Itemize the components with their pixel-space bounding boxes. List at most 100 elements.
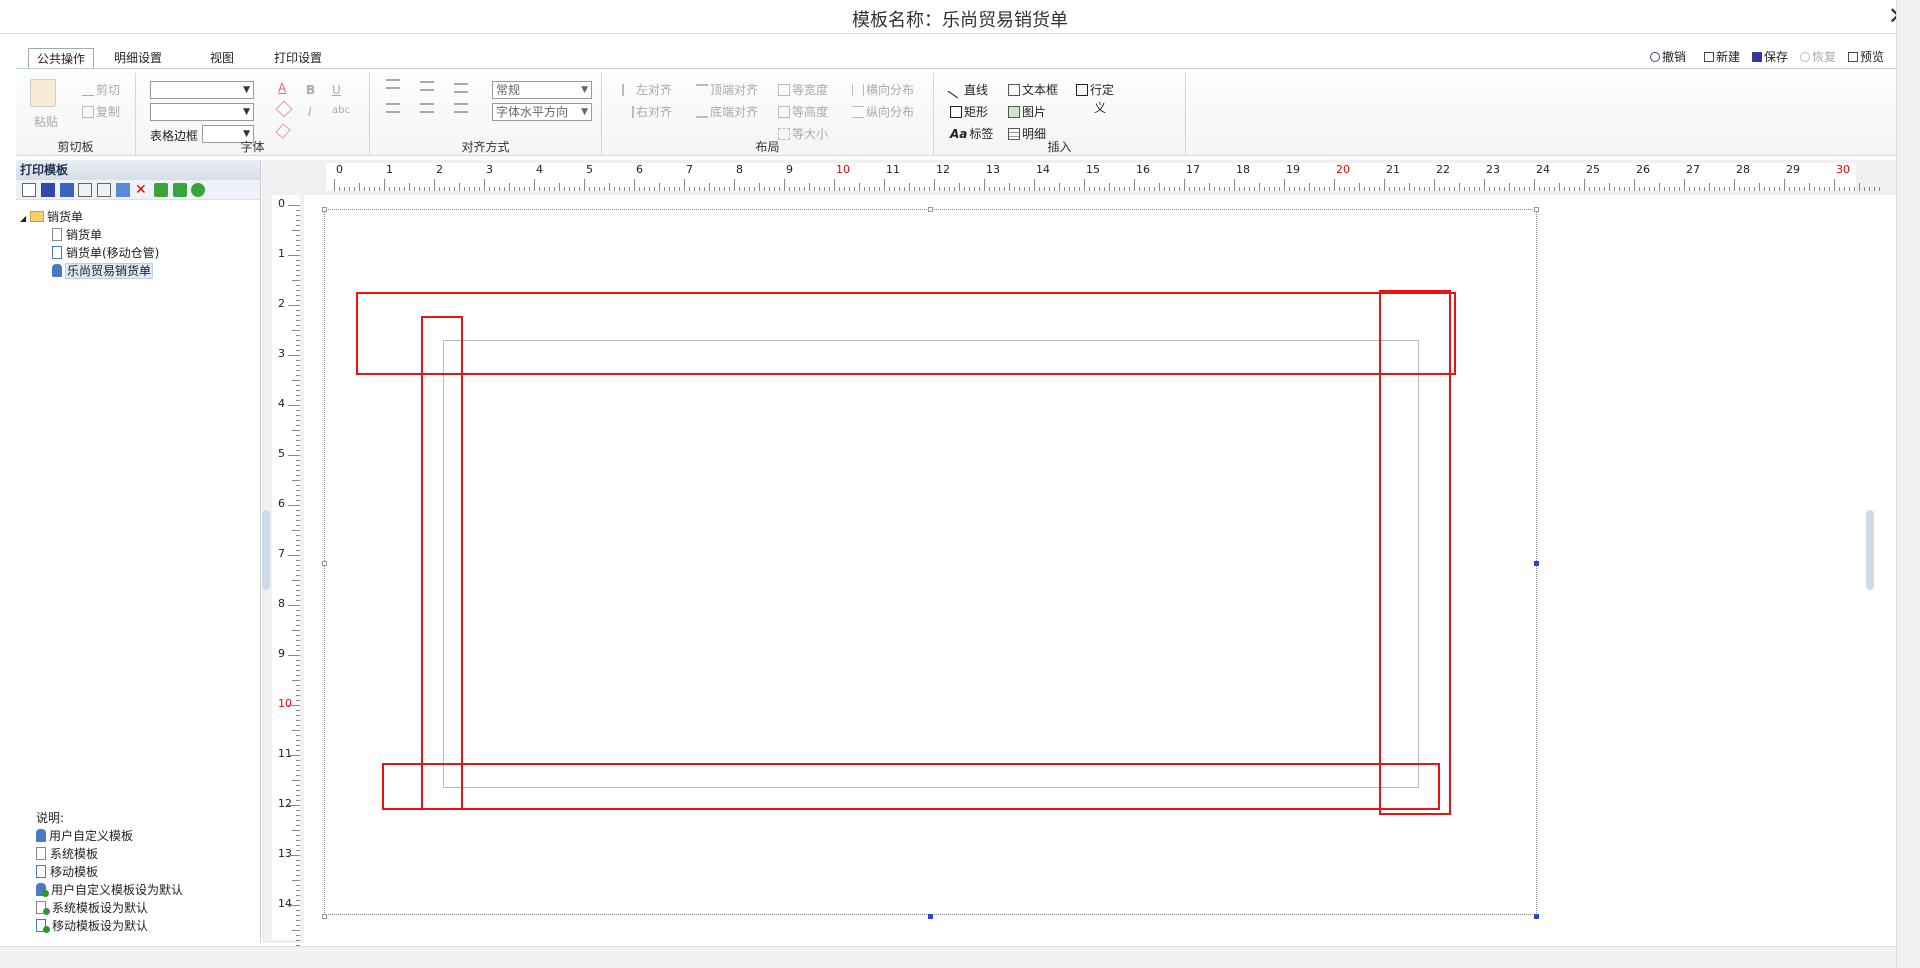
font-size-select[interactable]: ▼ [150,103,254,121]
group-layout: 左对齐 右对齐 顶端对齐 底端对齐 等宽度 等高度 等大小 横向分布 纵向分布 … [602,73,934,155]
copy-button[interactable]: 复制 [82,103,120,120]
resize-handle[interactable] [322,207,327,212]
ruler-tick [1149,187,1150,191]
tree-item-leshang-sales-order[interactable]: 乐尚贸易销货单 [52,262,154,279]
export-icon[interactable] [172,182,187,197]
ruler-tick [1239,187,1240,191]
ruler-tick [292,280,300,281]
import-icon[interactable] [153,182,168,197]
resize-handle[interactable] [322,561,327,566]
insert-rect-button[interactable]: 矩形 [950,103,988,120]
refresh-icon[interactable] [191,182,206,197]
resize-handle[interactable] [1534,914,1539,919]
collapse-icon[interactable]: ◢ [20,214,26,223]
vertical-scrollbar[interactable] [1896,0,1920,968]
bold-button[interactable]: B [306,83,315,97]
default-check-icon [42,890,49,897]
resize-handle[interactable] [1534,561,1539,566]
collapse-right-handle[interactable] [1866,510,1874,590]
ruler-tick [296,920,300,921]
legend-user-template: 用户自定义模板 [36,827,133,844]
edit-template-icon[interactable] [116,182,131,197]
align-bottom-button[interactable]: 底端对齐 [696,103,758,120]
align-top-right-icon[interactable] [454,83,468,93]
ruler-tick [1529,187,1530,191]
ruler-h-label: 4 [536,163,543,176]
tree-item-sales-order-mobile[interactable]: 销货单(移动仓管) [52,244,159,261]
ruler-tick [292,480,300,481]
horizontal-direction-select[interactable]: 字体水平方向 ▼ [492,103,592,121]
insert-line-button[interactable]: 直线 [947,81,988,99]
align-top-button[interactable]: 顶端对齐 [696,81,758,98]
redo-button[interactable]: 恢复 [1800,48,1836,65]
same-width-button[interactable]: 等宽度 [778,81,828,98]
resize-handle[interactable] [928,207,933,212]
ruler-tick [1419,187,1420,191]
font-family-select[interactable]: ▼ [150,81,254,99]
align-right-icon[interactable] [454,103,468,113]
collapse-left-handle[interactable] [262,510,270,590]
ruler-tick [504,187,505,191]
insert-custom-button[interactable]: 行定 [1076,81,1114,98]
ruler-tick [814,187,815,191]
align-top-left-icon[interactable] [386,79,400,89]
ruler-tick [288,605,300,606]
font-color-icon[interactable]: A [278,81,286,95]
preview-button[interactable]: 预览 [1848,48,1884,65]
horizontal-scrollbar[interactable] [0,946,1896,968]
ruler-tick [434,179,435,191]
tab-print-settings[interactable]: 打印设置 [266,48,330,68]
cut-button[interactable]: 剪切 [82,81,120,98]
set-default-icon[interactable] [78,182,93,197]
resize-handle[interactable] [1534,207,1539,212]
tree-item-sales-order[interactable]: 销货单 [52,226,102,243]
tab-view[interactable]: 视图 [202,48,242,68]
font-style-select[interactable]: 常规 ▼ [492,81,592,99]
ruler-tick [1064,187,1065,191]
undo-button[interactable]: 撤销 [1650,48,1686,65]
insert-image-button[interactable]: 图片 [1008,103,1046,120]
new-button[interactable]: 新建 [1704,48,1740,65]
save-icon [1752,52,1762,62]
save-template-icon[interactable] [40,182,55,197]
ruler-tick [1594,187,1595,191]
underline-button[interactable]: U [332,83,341,97]
new-template-icon[interactable] [22,182,36,197]
save-button[interactable]: 保存 [1752,48,1788,65]
align-center-icon[interactable] [420,103,434,113]
paste-button[interactable]: 粘贴 [34,113,58,130]
resize-handle[interactable] [928,914,933,919]
tab-detail-settings[interactable]: 明细设置 [106,48,170,68]
vertical-distribute-button[interactable]: 纵向分布 [852,103,914,120]
italic-button[interactable]: I [308,105,312,119]
ruler-tick [844,187,845,191]
ruler-tick [288,405,300,406]
align-left-button[interactable]: 左对齐 [622,81,672,98]
pen-icon[interactable] [275,123,291,139]
insert-textbox-button[interactable]: 文本框 [1008,81,1058,98]
ruler-tick [659,183,660,191]
align-top-center-icon[interactable] [420,81,434,91]
ruler-tick [1489,187,1490,191]
tab-common[interactable]: 公共操作 [28,48,95,68]
tree-root[interactable]: ◢ 销货单 [20,208,83,225]
ruler-tick [1004,187,1005,191]
horizontal-distribute-button[interactable]: 横向分布 [852,81,914,98]
ruler-tick [684,179,685,191]
delete-icon[interactable]: ✕ [135,183,149,197]
ruler-h-label: 6 [636,163,643,176]
align-left-icon[interactable] [386,103,400,113]
paste-icon[interactable] [30,79,56,107]
save-as-template-icon[interactable] [59,182,74,197]
align-right-button[interactable]: 右对齐 [622,103,672,120]
ruler-tick [744,187,745,191]
content-frame[interactable] [443,340,1419,788]
strikethrough-icon[interactable]: abc [332,105,350,116]
resize-handle[interactable] [322,914,327,919]
fill-color-icon[interactable] [275,100,293,118]
ruler-tick [296,445,300,446]
cancel-default-icon[interactable] [97,182,112,197]
ruler-tick [569,187,570,191]
same-height-button[interactable]: 等高度 [778,103,828,120]
ruler-tick [296,565,300,566]
